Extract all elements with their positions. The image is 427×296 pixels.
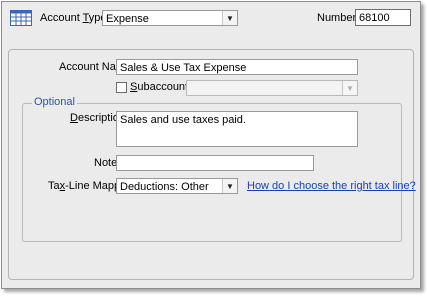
chevron-down-icon[interactable]: ▼ [222,179,237,193]
account-type-value: Expense [106,13,149,25]
account-type-select[interactable]: Expense ▼ [102,10,238,26]
tax-line-value: Deductions: Other [120,181,209,193]
tax-line-select[interactable]: Deductions: Other ▼ [116,178,238,194]
note-label: Note [94,157,118,169]
description-field[interactable]: Sales and use taxes paid. [116,111,358,147]
note-field[interactable] [116,155,314,171]
account-name-field[interactable]: Sales & Use Tax Expense [116,59,358,75]
tax-help-link[interactable]: How do I choose the right tax line? [247,180,416,192]
subaccount-select[interactable]: ▼ [186,80,358,96]
chevron-down-icon[interactable]: ▼ [222,11,237,25]
optional-legend: Optional [32,96,77,108]
number-value: 68100 [359,12,390,24]
account-name-value: Sales & Use Tax Expense [120,62,247,74]
number-field[interactable]: 68100 [355,9,411,26]
number-label: Number [317,12,357,24]
account-type-label: Account Type [40,12,107,24]
chevron-down-icon[interactable]: ▼ [342,81,357,95]
new-account-window: Account Type Expense ▼ Number 68100 Acco… [1,1,421,289]
description-value: Sales and use taxes paid. [120,114,246,126]
subaccount-checkbox[interactable] [116,82,127,93]
table-grid-icon [10,10,32,26]
